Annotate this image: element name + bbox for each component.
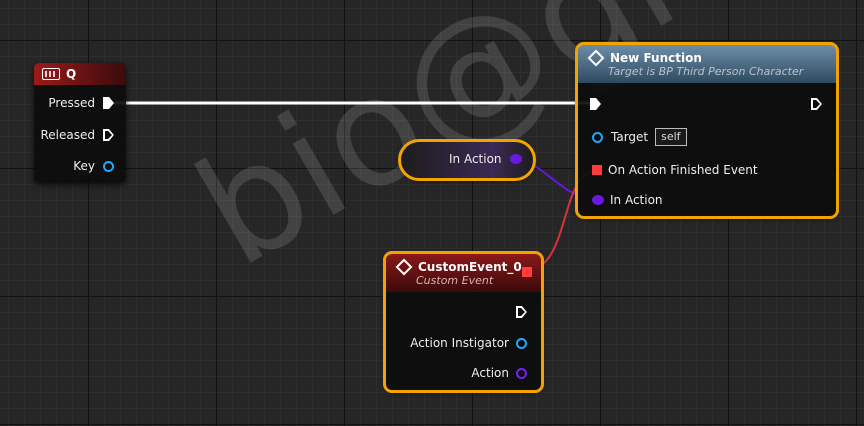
- custom-event-exec-pin-row[interactable]: [516, 306, 527, 318]
- target-pin-row[interactable]: Target self: [592, 128, 687, 146]
- event-delegate-pin-icon[interactable]: [592, 165, 602, 175]
- new-function-node[interactable]: New Function Target is BP Third Person C…: [575, 42, 839, 219]
- on-action-finished-pin-row[interactable]: On Action Finished Event: [592, 163, 758, 177]
- function-node-title: New Function: [610, 50, 702, 65]
- exec-in-pin-icon[interactable]: [590, 98, 601, 110]
- action-pin-row[interactable]: Action: [471, 366, 527, 380]
- in-action-pin-row[interactable]: In Action: [592, 193, 663, 207]
- key-event-node[interactable]: Q Pressed Released Key: [34, 63, 126, 183]
- action-instigator-pin-row[interactable]: Action Instigator: [410, 336, 527, 350]
- delegate-output-pin-icon[interactable]: [522, 267, 532, 277]
- custom-event-header[interactable]: CustomEvent_0 Custom Event: [386, 254, 541, 292]
- function-icon: [587, 49, 605, 66]
- action-instigator-pin-icon[interactable]: [516, 337, 527, 349]
- function-node-header[interactable]: New Function Target is BP Third Person C…: [578, 45, 836, 83]
- function-node-subtitle: Target is BP Third Person Character: [608, 64, 804, 78]
- custom-event-title: CustomEvent_0: [418, 259, 522, 274]
- pressed-pin-row[interactable]: Pressed: [48, 96, 114, 110]
- in-action-label: In Action: [610, 193, 663, 207]
- exec-in-pin-row[interactable]: [590, 98, 601, 110]
- action-instigator-label: Action Instigator: [410, 336, 509, 350]
- released-pin-row[interactable]: Released: [40, 128, 114, 142]
- key-node-header[interactable]: Q: [34, 63, 126, 85]
- key-label: Key: [73, 159, 95, 173]
- action-pin-icon[interactable]: [516, 367, 527, 379]
- on-action-finished-label: On Action Finished Event: [608, 163, 758, 177]
- variable-pin-row[interactable]: In Action: [449, 152, 522, 166]
- target-object-pin-icon[interactable]: [592, 131, 603, 143]
- interface-pin-icon[interactable]: [592, 195, 604, 205]
- action-label: Action: [471, 366, 509, 380]
- variable-output-pin-icon[interactable]: [509, 154, 522, 164]
- target-label: Target: [611, 130, 649, 144]
- exec-out-pin-row[interactable]: [811, 98, 822, 110]
- custom-event-node[interactable]: CustomEvent_0 Custom Event Action Instig…: [383, 251, 544, 393]
- keyboard-icon: [42, 68, 60, 80]
- key-node-title: Q: [66, 67, 77, 81]
- pressed-label: Pressed: [48, 96, 95, 110]
- released-exec-pin-icon[interactable]: [103, 129, 114, 141]
- target-self-input[interactable]: self: [655, 128, 687, 146]
- event-icon: [395, 258, 413, 275]
- exec-out-pin-icon[interactable]: [811, 98, 822, 110]
- custom-event-subtitle: Custom Event: [416, 273, 494, 287]
- pressed-exec-pin-icon[interactable]: [103, 97, 114, 109]
- custom-event-exec-out-pin-icon[interactable]: [516, 306, 527, 318]
- key-struct-pin-icon[interactable]: [103, 160, 114, 172]
- variable-label: In Action: [449, 152, 502, 166]
- key-pin-row[interactable]: Key: [73, 159, 114, 173]
- released-label: Released: [40, 128, 95, 142]
- in-action-variable-node[interactable]: In Action: [398, 139, 536, 181]
